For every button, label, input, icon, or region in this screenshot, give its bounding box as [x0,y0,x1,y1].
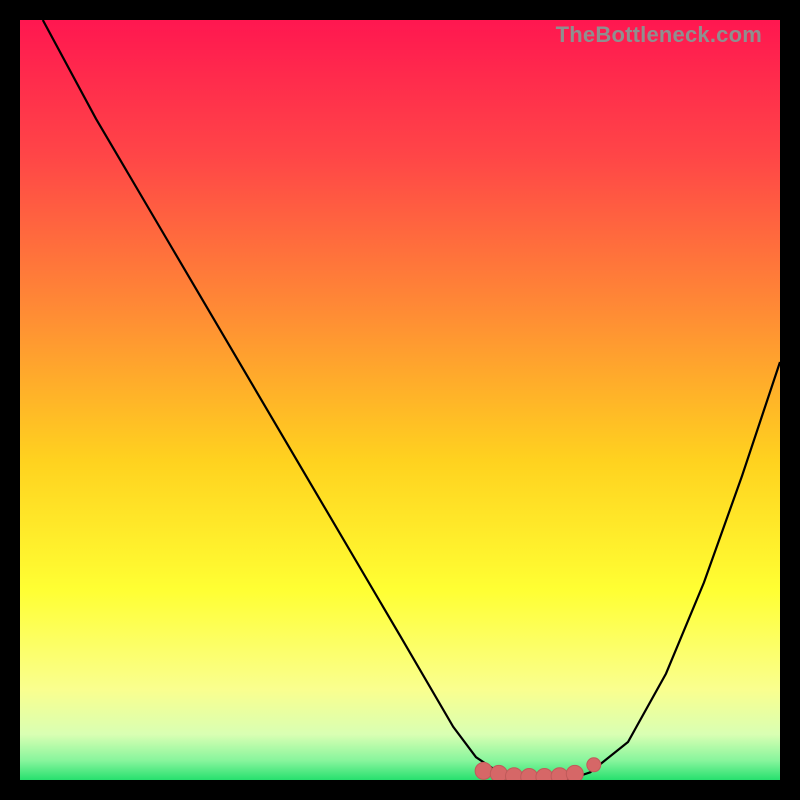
optimal-range-markers [475,758,601,780]
marker-dot [536,769,553,781]
marker-dot [475,762,492,779]
bottleneck-curve [43,20,780,780]
marker-dot [521,769,538,781]
chart-frame: TheBottleneck.com [0,0,800,800]
plot-area: TheBottleneck.com [20,20,780,780]
chart-overlay [20,20,780,780]
marker-dot [587,758,601,772]
marker-dot [551,768,568,780]
watermark-text: TheBottleneck.com [556,22,762,48]
marker-dot [490,765,507,780]
marker-dot [566,765,583,780]
marker-dot [506,768,523,780]
